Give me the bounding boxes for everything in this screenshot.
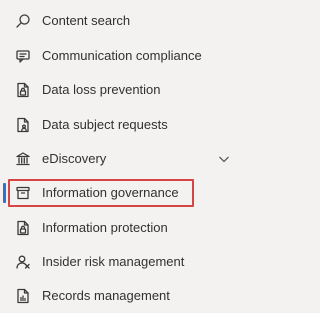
- nav-item-insider-risk-management[interactable]: Insider risk management: [0, 245, 245, 279]
- nav-item-label: Data subject requests: [42, 117, 168, 132]
- nav-item-records-management[interactable]: Records management: [0, 279, 245, 313]
- document-lock-icon: [14, 219, 32, 237]
- nav-item-ediscovery[interactable]: eDiscovery: [0, 142, 245, 176]
- nav-item-label: Data loss prevention: [42, 82, 161, 97]
- nav-item-information-protection[interactable]: Information protection: [0, 211, 245, 245]
- chat-icon: [14, 47, 32, 65]
- selected-indicator: [3, 183, 6, 203]
- document-chart-icon: [14, 287, 32, 305]
- archive-icon: [14, 184, 32, 202]
- nav-item-label: Insider risk management: [42, 254, 185, 269]
- nav-item-communication-compliance[interactable]: Communication compliance: [0, 39, 245, 73]
- nav-item-label: Information protection: [42, 220, 168, 235]
- sidebar-nav: Content search Communication compliance …: [0, 0, 245, 304]
- nav-item-content-search[interactable]: Content search: [0, 4, 245, 38]
- nav-item-label: Content search: [42, 13, 131, 28]
- nav-item-data-loss-prevention[interactable]: Data loss prevention: [0, 73, 245, 107]
- nav-item-information-governance[interactable]: Information governance: [0, 176, 245, 210]
- document-person-icon: [14, 116, 32, 134]
- nav-item-label: Information governance: [42, 185, 179, 200]
- chevron-down-icon[interactable]: [217, 152, 231, 166]
- bank-icon: [14, 150, 32, 168]
- nav-item-data-subject-requests[interactable]: Data subject requests: [0, 108, 245, 142]
- search-icon: [14, 12, 32, 30]
- nav-item-label: Records management: [42, 288, 170, 303]
- document-lock-icon: [14, 81, 32, 99]
- person-icon: [14, 253, 32, 271]
- nav-item-label: Communication compliance: [42, 48, 202, 63]
- nav-item-label: eDiscovery: [42, 151, 107, 166]
